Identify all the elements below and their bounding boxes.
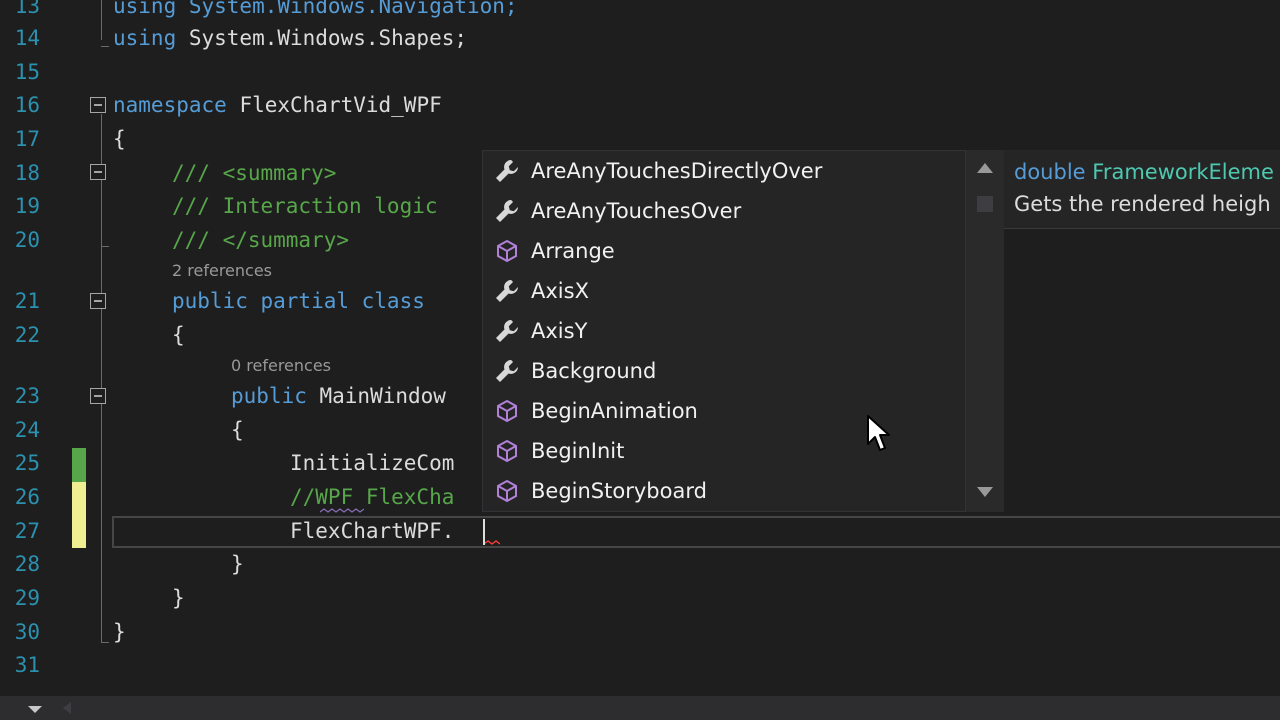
text-caret — [483, 519, 485, 545]
change-indicator-saved — [72, 448, 86, 482]
collapse-namespace-toggle[interactable] — [90, 97, 106, 113]
completion-item[interactable]: BeginStoryboard — [483, 471, 967, 511]
completion-item[interactable]: Background — [483, 351, 967, 391]
tooltip-description: Gets the rendered heigh — [1014, 192, 1271, 216]
completion-item[interactable]: Arrange — [483, 231, 967, 271]
completion-item-label: BeginInit — [531, 439, 625, 463]
line-number: 31 — [14, 653, 40, 677]
wrench-icon — [483, 311, 531, 351]
line-number: 29 — [14, 586, 40, 610]
mouse-pointer-icon — [867, 415, 890, 451]
code-line: public MainWindow — [231, 384, 446, 408]
line-number: 15 — [14, 60, 40, 84]
change-indicator-unsaved — [72, 482, 86, 548]
code-line: { — [172, 323, 185, 347]
collapse-summary-toggle[interactable] — [90, 164, 106, 180]
completion-item[interactable]: AreAnyTouchesDirectlyOver — [483, 151, 967, 191]
completion-item-label: AxisY — [531, 319, 588, 343]
code-line: /// </summary> — [172, 228, 350, 252]
completion-item[interactable]: AxisX — [483, 271, 967, 311]
quick-info-tooltip: double FrameworkEleme Gets the rendered … — [1004, 150, 1280, 229]
code-line: using System.Windows.Shapes; — [113, 26, 468, 50]
line-number: 23 — [14, 384, 40, 408]
completion-item-label: BeginAnimation — [531, 399, 698, 423]
code-line: } — [231, 552, 244, 576]
line-number: 21 — [14, 289, 40, 313]
current-line-highlight — [112, 516, 1280, 548]
codelens-references[interactable]: 0 references — [231, 356, 331, 375]
collapse-constructor-toggle[interactable] — [90, 388, 106, 404]
code-line: } — [113, 620, 126, 644]
scroll-thumb[interactable] — [977, 196, 993, 212]
wrench-icon — [483, 151, 531, 191]
line-number: 20 — [14, 228, 40, 252]
scroll-left-arrow-icon[interactable] — [62, 701, 72, 715]
completion-item-label: AreAnyTouchesOver — [531, 199, 742, 223]
code-line: { — [113, 127, 126, 151]
line-number: 25 — [14, 451, 40, 475]
completion-item-label: BeginStoryboard — [531, 479, 707, 503]
dropdown-arrow-icon[interactable] — [28, 706, 42, 714]
intellisense-completion-list[interactable]: AreAnyTouchesDirectlyOver AreAnyTouchesOv… — [482, 150, 966, 512]
line-number: 26 — [14, 485, 40, 509]
collapse-class-toggle[interactable] — [90, 293, 106, 309]
codelens-references[interactable]: 2 references — [172, 261, 272, 280]
bottom-scroll-bar[interactable] — [0, 696, 1280, 720]
code-line: /// <summary> — [172, 161, 337, 185]
spell-squiggle — [320, 508, 364, 513]
code-line: namespace FlexChartVid_WPF — [113, 93, 442, 117]
completion-item-label: Background — [531, 359, 657, 383]
completion-item-label: AreAnyTouchesDirectlyOver — [531, 159, 823, 183]
method-cube-icon — [483, 231, 531, 271]
line-number: 19 — [14, 194, 40, 218]
line-number: 14 — [14, 26, 40, 50]
code-line: /// Interaction logic — [172, 194, 438, 218]
completion-item[interactable]: BeginInit — [483, 431, 967, 471]
completion-item[interactable]: BeginAnimation — [483, 391, 967, 431]
line-number: 16 — [14, 93, 40, 117]
completion-scrollbar[interactable] — [966, 150, 1004, 512]
line-number: 24 — [14, 418, 40, 442]
code-line: //WPF FlexCha — [290, 485, 455, 509]
line-number: 13 — [14, 0, 40, 18]
code-line: { — [231, 418, 244, 442]
completion-item-label: Arrange — [531, 239, 615, 263]
line-number: 18 — [14, 161, 40, 185]
tooltip-signature: double FrameworkEleme — [1014, 160, 1274, 184]
method-cube-icon — [483, 431, 531, 471]
line-number: 22 — [14, 323, 40, 347]
scroll-down-arrow-icon[interactable] — [975, 486, 995, 502]
method-cube-icon — [483, 471, 531, 511]
line-number: 27 — [14, 519, 40, 543]
wrench-icon — [483, 271, 531, 311]
line-number: 30 — [14, 620, 40, 644]
wrench-icon — [483, 191, 531, 231]
scroll-up-arrow-icon[interactable] — [975, 162, 995, 178]
completion-item[interactable]: AxisY — [483, 311, 967, 351]
code-line: } — [172, 586, 185, 610]
error-squiggle — [484, 540, 500, 545]
code-line: public partial class — [172, 289, 425, 313]
completion-item[interactable]: AreAnyTouchesOver — [483, 191, 967, 231]
completion-item-label: AxisX — [531, 279, 589, 303]
code-line: InitializeCom — [290, 451, 455, 475]
code-line: using System.Windows.Navigation; — [113, 0, 518, 18]
line-number: 28 — [14, 552, 40, 576]
code-editor[interactable]: 13 14 15 16 17 18 19 20 21 22 23 24 25 2… — [0, 0, 1280, 696]
method-cube-icon — [483, 391, 531, 431]
wrench-icon — [483, 351, 531, 391]
code-line-current[interactable]: FlexChartWPF. — [290, 519, 454, 543]
line-number: 17 — [14, 127, 40, 151]
